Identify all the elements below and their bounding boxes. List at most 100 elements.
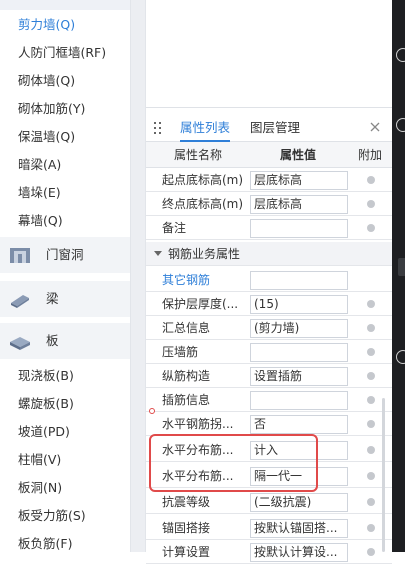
slab-icon xyxy=(10,337,30,350)
row-value-field[interactable] xyxy=(250,391,348,410)
extra-checkbox[interactable] xyxy=(367,200,375,208)
tree-item-wall-pier[interactable]: 墙垛(E) xyxy=(18,181,61,205)
table-header: 属性名称 属性值 附加 xyxy=(146,142,392,168)
row-value-field[interactable]: (剪力墙) xyxy=(250,319,348,338)
row-name: 终点底标高(m) xyxy=(162,197,244,211)
table-row: 插筋信息 xyxy=(146,388,392,412)
tree-category-label: 梁 xyxy=(46,291,59,306)
vertical-scrollbar[interactable] xyxy=(382,398,385,552)
tree-item-ramp[interactable]: 坡道(PD) xyxy=(18,420,70,444)
extra-checkbox[interactable] xyxy=(367,348,375,356)
extra-checkbox[interactable] xyxy=(367,498,375,506)
row-value-field[interactable]: 按默认计算设... xyxy=(250,543,348,562)
component-tree: 剪力墙(Q) 人防门框墙(RF) 砌体墙(Q) 砌体加筋(Y) 保温墙(Q) 暗… xyxy=(0,0,130,552)
tree-category-label: 门窗洞 xyxy=(46,247,84,262)
group-label: 钢筋业务属性 xyxy=(168,247,241,261)
row-name: 汇总信息 xyxy=(162,321,211,335)
row-name: 压墙筋 xyxy=(162,345,199,359)
extra-checkbox[interactable] xyxy=(367,300,375,308)
tree-item-slab-negative-rebar[interactable]: 板负筋(F) xyxy=(18,532,72,552)
table-row: 水平钢筋拐... 否 xyxy=(146,412,392,436)
tree-item-spiral-slab[interactable]: 螺旋板(B) xyxy=(18,392,74,416)
axis-marker-icon xyxy=(396,118,405,132)
close-icon[interactable] xyxy=(368,120,382,134)
axis-marker-icon xyxy=(396,350,405,364)
row-value-field[interactable] xyxy=(250,219,348,238)
header-property-name: 属性名称 xyxy=(174,148,223,162)
table-row: 纵筋构造 设置插筋 xyxy=(146,364,392,388)
table-row: 锚固搭接 按默认锚固搭... xyxy=(146,516,392,540)
door-window-icon xyxy=(10,248,30,263)
table-row: 终点底标高(m) 层底标高 xyxy=(146,192,392,216)
tree-item-masonry-reinforcement[interactable]: 砌体加筋(Y) xyxy=(18,97,85,121)
row-name: 备注 xyxy=(162,221,187,235)
tree-item-column-cap[interactable]: 柱帽(V) xyxy=(18,448,61,472)
table-row: 计算设置 按默认计算设... xyxy=(146,540,392,564)
table-row: 抗震等级 (二级抗震) xyxy=(146,490,392,514)
row-value-field[interactable]: 设置插筋 xyxy=(250,367,348,386)
row-value-field[interactable]: (二级抗震) xyxy=(250,493,348,512)
row-name: 抗震等级 xyxy=(162,495,211,509)
row-name: 水平钢筋拐... xyxy=(162,417,234,431)
table-row: 备注 xyxy=(146,216,392,240)
tree-item-civil-defense-door-frame-wall[interactable]: 人防门框墙(RF) xyxy=(18,41,106,65)
header-property-value: 属性值 xyxy=(280,148,317,162)
tree-item-slab-main-rebar[interactable]: 板受力筋(S) xyxy=(18,504,86,528)
extra-checkbox[interactable] xyxy=(367,472,375,480)
annotation-marker xyxy=(149,408,155,414)
extra-checkbox[interactable] xyxy=(367,324,375,332)
row-value-field[interactable] xyxy=(250,271,348,290)
tree-item-shear-wall[interactable]: 剪力墙(Q) xyxy=(18,13,75,37)
table-row: 起点底标高(m) 层底标高 xyxy=(146,168,392,192)
axis-marker-icon xyxy=(396,48,405,62)
extra-checkbox[interactable] xyxy=(367,524,375,532)
extra-checkbox[interactable] xyxy=(367,224,375,232)
row-name: 计算设置 xyxy=(162,545,211,559)
extra-checkbox[interactable] xyxy=(367,372,375,380)
collapse-triangle-icon[interactable] xyxy=(154,251,162,256)
annotation-highlight-box xyxy=(149,434,318,492)
row-name: 保护层厚度(... xyxy=(162,297,239,311)
table-row: 保护层厚度(... (15) xyxy=(146,292,392,316)
group-row-rebar-properties[interactable]: 钢筋业务属性 xyxy=(146,242,392,266)
tab-layer-management[interactable]: 图层管理 xyxy=(250,114,300,142)
table-row: 其它钢筋 xyxy=(146,268,392,292)
table-row: 汇总信息 (剪力墙) xyxy=(146,316,392,340)
tree-category-door-window[interactable]: 门窗洞 xyxy=(0,237,130,273)
tree-item-slab-opening[interactable]: 板洞(N) xyxy=(18,476,62,500)
extra-checkbox[interactable] xyxy=(367,548,375,556)
tab-property-list[interactable]: 属性列表 xyxy=(180,114,231,142)
drag-grip-icon[interactable] xyxy=(154,120,162,136)
panel-splitter[interactable] xyxy=(130,0,146,552)
tree-category-slab[interactable]: 板 xyxy=(0,323,130,359)
tree-item-insulation-wall[interactable]: 保温墙(Q) xyxy=(18,125,75,149)
tree-item-hidden-beam[interactable]: 暗梁(A) xyxy=(18,153,61,177)
drawing-canvas[interactable] xyxy=(392,0,405,552)
tree-item-cast-slab[interactable]: 现浇板(B) xyxy=(18,364,74,388)
component-list-area xyxy=(146,0,392,108)
row-name: 锚固搭接 xyxy=(162,521,211,535)
row-name-link[interactable]: 其它钢筋 xyxy=(162,268,248,292)
row-value-field[interactable]: 否 xyxy=(250,415,348,434)
row-name: 起点底标高(m) xyxy=(162,173,244,187)
row-value-field[interactable] xyxy=(250,343,348,362)
tree-category-beam[interactable]: 梁 xyxy=(0,281,130,317)
extra-checkbox[interactable] xyxy=(367,176,375,184)
tree-top-strip xyxy=(0,0,130,10)
tree-item-curtain-wall[interactable]: 幕墙(Q) xyxy=(18,209,63,233)
table-row: 压墙筋 xyxy=(146,340,392,364)
extra-checkbox[interactable] xyxy=(367,420,375,428)
extra-checkbox[interactable] xyxy=(367,446,375,454)
tree-item-masonry-wall[interactable]: 砌体墙(Q) xyxy=(18,69,75,93)
row-value-field[interactable]: (15) xyxy=(250,295,348,314)
row-value-field[interactable]: 层底标高 xyxy=(250,171,348,190)
beam-icon xyxy=(11,295,29,308)
extra-checkbox[interactable] xyxy=(367,396,375,404)
header-extra: 附加 xyxy=(358,148,383,162)
row-value-field[interactable]: 按默认锚固搭... xyxy=(250,519,348,538)
canvas-collapse-handle[interactable] xyxy=(398,258,405,276)
tree-category-label: 板 xyxy=(46,333,59,348)
row-name: 插筋信息 xyxy=(162,393,211,407)
row-name: 纵筋构造 xyxy=(162,369,211,383)
row-value-field[interactable]: 层底标高 xyxy=(250,195,348,214)
